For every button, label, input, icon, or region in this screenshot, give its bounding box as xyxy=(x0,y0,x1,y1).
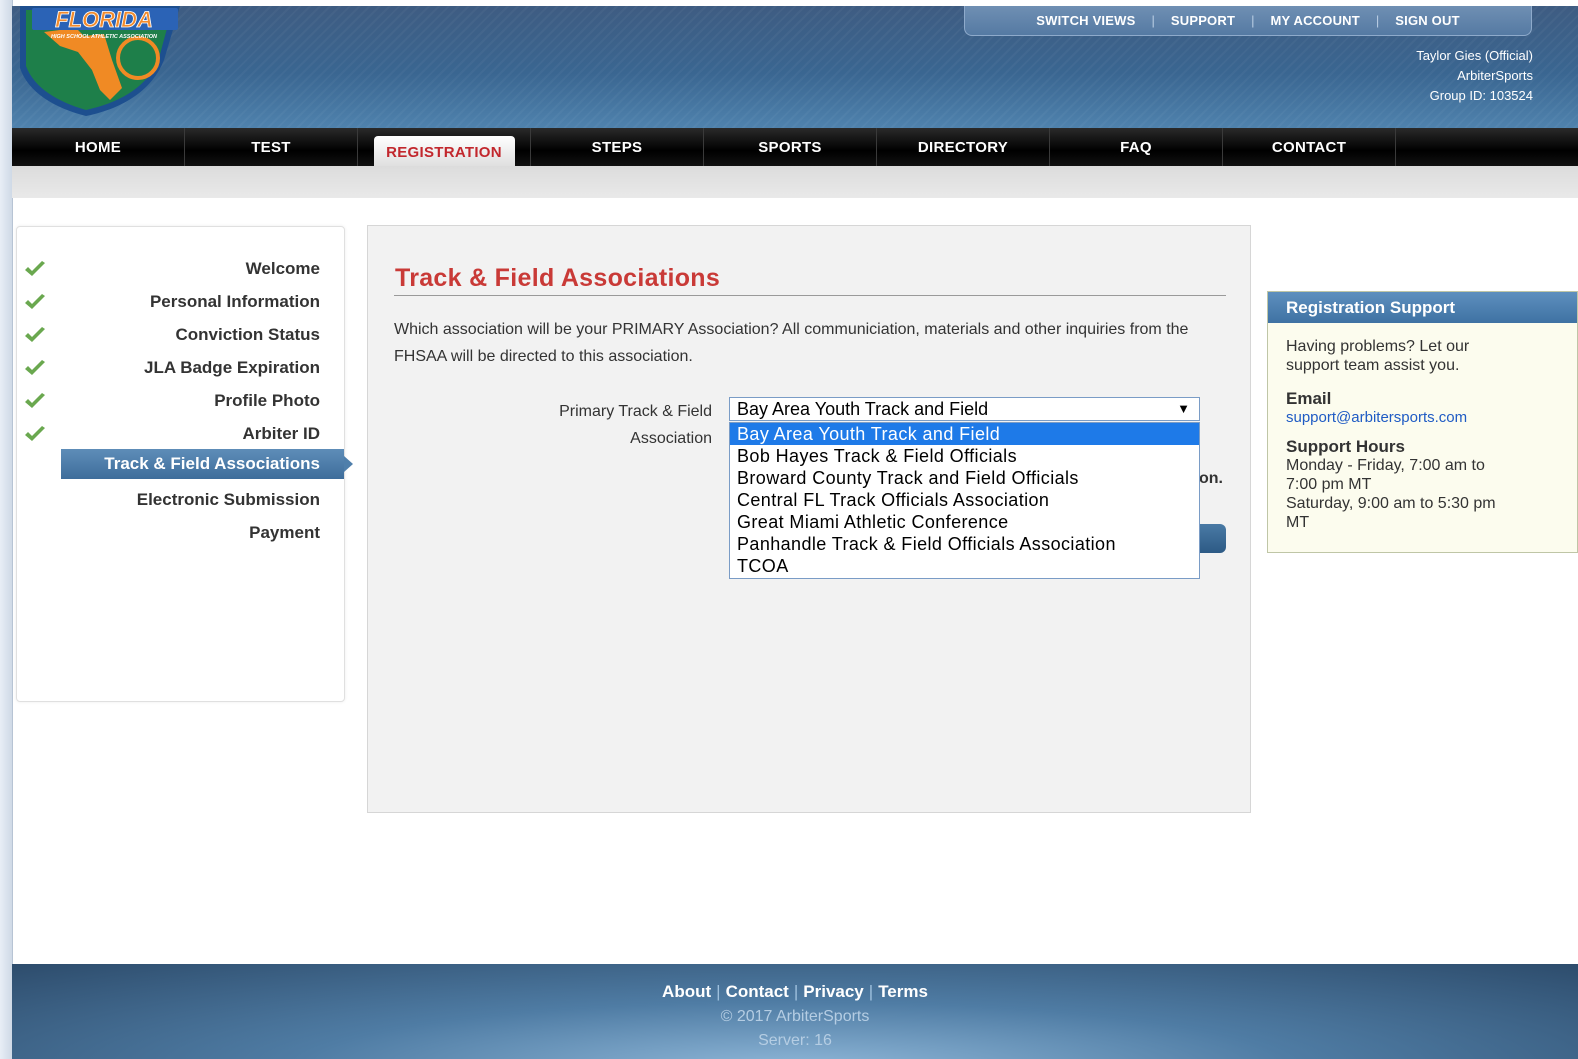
obscured-text: on. xyxy=(1199,470,1223,487)
step-jla-badge-expiration[interactable]: JLA Badge Expiration xyxy=(17,353,344,383)
support-hours-saturday: Saturday, 9:00 am to 5:30 pm MT xyxy=(1286,495,1496,531)
dropdown-option[interactable]: Bay Area Youth Track and Field xyxy=(730,423,1199,445)
user-info: Taylor Gies (Official) ArbiterSports Gro… xyxy=(1416,46,1533,106)
tab-label: HOME xyxy=(74,138,122,156)
footer-terms-link[interactable]: Terms xyxy=(878,982,928,1001)
my-account-link[interactable]: MY ACCOUNT xyxy=(1255,13,1376,28)
tab-directory[interactable]: DIRECTORY xyxy=(877,128,1050,166)
support-intro: Having problems? Let our support team as… xyxy=(1286,338,1470,374)
separator: | xyxy=(716,982,721,1001)
step-label: Conviction Status xyxy=(175,325,320,344)
tab-registration[interactable]: REGISTRATION xyxy=(358,128,531,169)
step-electronic-submission[interactable]: Electronic Submission xyxy=(17,485,344,515)
support-email-link[interactable]: support@arbitersports.com xyxy=(1286,409,1467,426)
checkmark-icon xyxy=(25,360,45,375)
checkmark-icon xyxy=(25,327,45,342)
step-welcome[interactable]: Welcome xyxy=(17,254,344,284)
copyright-text: © 2017 ArbiterSports xyxy=(720,1008,870,1025)
step-label: Profile Photo xyxy=(214,391,320,410)
step-arbiter-id[interactable]: Arbiter ID xyxy=(17,419,344,449)
dropdown-option[interactable]: Panhandle Track & Field Officials Associ… xyxy=(730,533,1199,555)
user-org: ArbiterSports xyxy=(1457,68,1533,83)
fhsaa-logo[interactable]: FLORIDA HIGH SCHOOL ATHLETIC ASSOCIATION xyxy=(14,6,180,118)
dropdown-option[interactable]: Broward County Track and Field Officials xyxy=(730,467,1199,489)
checkmark-icon xyxy=(25,261,45,276)
user-name: Taylor Gies (Official) xyxy=(1416,48,1533,63)
separator: | xyxy=(868,982,874,1001)
sign-out-link[interactable]: SIGN OUT xyxy=(1379,13,1475,28)
email-label: Email xyxy=(1286,389,1332,408)
association-dropdown-list: Bay Area Youth Track and Field Bob Hayes… xyxy=(729,422,1200,579)
step-profile-photo[interactable]: Profile Photo xyxy=(17,386,344,416)
step-label: Personal Information xyxy=(149,292,320,311)
server-text: Server: 16 xyxy=(758,1032,832,1049)
step-personal-information[interactable]: Personal Information xyxy=(17,287,344,317)
support-hours-label: Support Hours xyxy=(1286,437,1405,456)
tab-label: FAQ xyxy=(1120,138,1152,156)
footer-contact-link[interactable]: Contact xyxy=(726,982,789,1001)
dropdown-arrow-icon[interactable]: ▼ xyxy=(1177,398,1190,420)
step-label: Track & Field Associations xyxy=(61,449,344,479)
step-label: JLA Badge Expiration xyxy=(143,358,320,377)
tab-test[interactable]: TEST xyxy=(185,128,358,166)
dropdown-option[interactable]: Bob Hayes Track & Field Officials xyxy=(730,445,1199,467)
step-label: Electronic Submission xyxy=(136,490,320,509)
group-id: Group ID: 103524 xyxy=(1429,88,1533,103)
footer-about-link[interactable]: About xyxy=(662,982,711,1001)
tab-label: TEST xyxy=(251,138,291,156)
site-footer: About | Contact | Privacy | Terms © 2017 Arbit… xyxy=(12,964,1578,1059)
tab-home[interactable]: HOME xyxy=(12,128,185,166)
steps-sidebar: Welcome Personal Information Conviction … xyxy=(16,226,353,702)
site-header: FLORIDA HIGH SCHOOL ATHLETIC ASSOCIATION… xyxy=(12,6,1578,128)
primary-association-select[interactable]: Bay Area Youth Track and Field ▼ xyxy=(729,397,1200,421)
tab-sports[interactable]: SPORTS xyxy=(704,128,877,166)
tab-faq[interactable]: FAQ xyxy=(1050,128,1223,166)
tab-label: CONTACT xyxy=(1271,138,1347,156)
dropdown-option[interactable]: TCOA xyxy=(730,555,1199,577)
checkmark-icon xyxy=(25,426,45,441)
tab-label: SPORTS xyxy=(758,138,822,156)
primary-association-label: Primary Track & Field Association xyxy=(559,403,712,447)
intro-text: Which association will be your PRIMARY A… xyxy=(394,321,1189,365)
tab-label: REGISTRATION xyxy=(373,135,515,169)
step-label: Payment xyxy=(249,523,320,542)
registration-support-box: Registration Support Having problems? Le… xyxy=(1267,291,1578,553)
logo-text: FLORIDA xyxy=(55,7,153,32)
footer-privacy-link[interactable]: Privacy xyxy=(803,982,864,1001)
main-nav: HOME TEST REGISTRATION STEPS SPORTS DIRE… xyxy=(12,128,1578,169)
dropdown-option[interactable]: Central FL Track Officials Association xyxy=(730,489,1199,511)
checkmark-icon xyxy=(25,393,45,408)
utility-bar: SWITCH VIEWS | SUPPORT | MY ACCOUNT | SI… xyxy=(964,6,1532,36)
support-title: Registration Support xyxy=(1268,292,1577,323)
obscured-button[interactable] xyxy=(1198,524,1226,553)
support-hours-weekday: Monday - Friday, 7:00 am to 7:00 pm MT xyxy=(1286,457,1485,493)
logo-subtext: HIGH SCHOOL ATHLETIC ASSOCIATION xyxy=(51,34,158,40)
support-link[interactable]: SUPPORT xyxy=(1155,13,1251,28)
main-panel: Track & Field Associations Which associa… xyxy=(367,225,1251,813)
switch-views-link[interactable]: SWITCH VIEWS xyxy=(1020,13,1151,28)
title-divider xyxy=(394,295,1226,296)
step-label: Arbiter ID xyxy=(242,424,320,443)
step-label: Welcome xyxy=(245,259,320,278)
tab-steps[interactable]: STEPS xyxy=(531,128,704,166)
tab-label: STEPS xyxy=(591,138,643,156)
active-step-arrow-icon xyxy=(344,456,353,472)
step-payment[interactable]: Payment xyxy=(17,518,344,548)
dropdown-option[interactable]: Great Miami Athletic Conference xyxy=(730,511,1199,533)
step-track-field-associations[interactable]: Track & Field Associations xyxy=(17,449,353,479)
selected-value: Bay Area Youth Track and Field xyxy=(737,399,989,419)
sub-nav-bar xyxy=(12,166,1578,198)
tab-label: DIRECTORY xyxy=(917,138,1009,156)
tab-contact[interactable]: CONTACT xyxy=(1223,128,1396,166)
separator: | xyxy=(793,982,799,1001)
step-conviction-status[interactable]: Conviction Status xyxy=(17,320,344,350)
page-title: Track & Field Associations xyxy=(395,264,721,292)
checkmark-icon xyxy=(25,294,45,309)
